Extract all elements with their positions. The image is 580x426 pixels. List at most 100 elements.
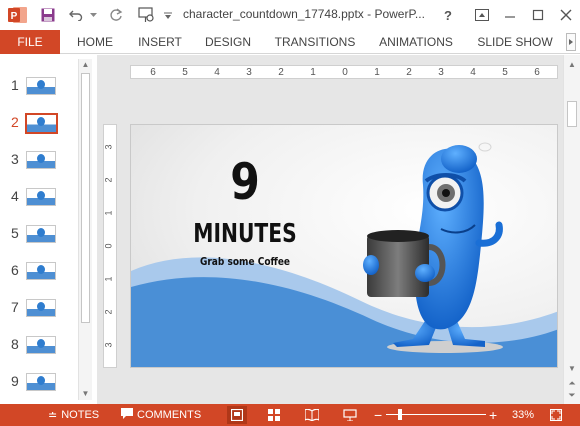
ruler-tick: 4 bbox=[214, 67, 220, 78]
zoom-in-button[interactable]: + bbox=[489, 404, 497, 426]
ruler-tick: 6 bbox=[534, 67, 540, 78]
thumbnail-number: 7 bbox=[11, 299, 19, 315]
thumbnail-number: 6 bbox=[11, 262, 19, 278]
thumbnail-number: 5 bbox=[11, 225, 19, 241]
editor-scrollbar[interactable]: ▲ ▼ ⏶ ⏷ bbox=[563, 55, 580, 404]
powerpoint-window: P character_countdown_17748.pptx - Power… bbox=[0, 0, 580, 426]
ruler-tick: 6 bbox=[150, 67, 156, 78]
notes-label: NOTES bbox=[61, 409, 100, 421]
ruler-tick: 2 bbox=[278, 67, 284, 78]
comments-button[interactable]: COMMENTS bbox=[121, 404, 201, 426]
current-slide[interactable]: 9 MINUTES Grab some Coffee bbox=[130, 124, 558, 368]
tab-slide-show[interactable]: SLIDE SHOW bbox=[474, 30, 556, 54]
zoom-out-button[interactable]: − bbox=[374, 404, 382, 426]
ruler-tick: 2 bbox=[103, 309, 114, 315]
thumbnail-number: 2 bbox=[11, 114, 19, 130]
thumbnail-image bbox=[26, 262, 56, 280]
undo-icon[interactable] bbox=[66, 4, 86, 26]
ribbon-display-options-icon[interactable] bbox=[470, 4, 494, 26]
ruler-tick: 0 bbox=[342, 67, 348, 78]
document-title: character_countdown_17748.pptx - PowerP.… bbox=[183, 7, 425, 21]
ruler-tick: 4 bbox=[470, 67, 476, 78]
vertical-ruler: 3 2 1 0 1 2 3 bbox=[103, 124, 117, 368]
thumbnail-image bbox=[26, 151, 56, 169]
thumbnail-number: 8 bbox=[11, 336, 19, 352]
thumbnail-scroll-thumb[interactable] bbox=[81, 73, 90, 323]
zoom-slider-thumb[interactable] bbox=[398, 409, 402, 420]
fit-slide-to-window-icon[interactable] bbox=[546, 406, 566, 424]
next-slide-icon[interactable]: ⏷ bbox=[564, 389, 580, 401]
thumbnail-slide-7[interactable]: 7 bbox=[0, 293, 80, 323]
ruler-tick: 3 bbox=[438, 67, 444, 78]
ruler-tick: 0 bbox=[103, 243, 114, 249]
thumbnail-image bbox=[26, 373, 56, 391]
tab-design[interactable]: DESIGN bbox=[200, 30, 256, 54]
ruler-tick: 1 bbox=[103, 276, 114, 282]
thumbnail-number: 9 bbox=[11, 373, 19, 389]
scroll-down-arrow-icon[interactable]: ▼ bbox=[79, 388, 92, 400]
tab-home[interactable]: HOME bbox=[70, 30, 120, 54]
tab-transitions[interactable]: TRANSITIONS bbox=[270, 30, 360, 54]
svg-text:P: P bbox=[11, 11, 18, 22]
ribbon-tab-bar: FILE HOME INSERT DESIGN TRANSITIONS ANIM… bbox=[0, 30, 580, 54]
thumbnail-scrollbar[interactable]: ▲ ▼ bbox=[78, 59, 92, 400]
tab-animations[interactable]: ANIMATIONS bbox=[374, 30, 458, 54]
ruler-tick: 5 bbox=[502, 67, 508, 78]
ribbon-scroll-right-button[interactable] bbox=[566, 33, 576, 51]
thumbnail-slide-4[interactable]: 4 bbox=[0, 182, 80, 212]
thumbnail-slide-3[interactable]: 3 bbox=[0, 145, 80, 175]
thumbnail-number: 1 bbox=[11, 77, 19, 93]
zoom-slider[interactable] bbox=[386, 404, 486, 426]
thumbnail-slide-8[interactable]: 8 bbox=[0, 330, 80, 360]
scroll-up-arrow-icon[interactable]: ▲ bbox=[564, 59, 580, 71]
zoom-level[interactable]: 33% bbox=[512, 404, 534, 426]
redo-icon[interactable] bbox=[106, 4, 126, 26]
scroll-down-arrow-icon[interactable]: ▼ bbox=[564, 363, 580, 375]
thumbnail-number: 4 bbox=[11, 188, 19, 204]
minimize-icon[interactable] bbox=[498, 4, 522, 26]
ruler-tick: 3 bbox=[103, 342, 114, 348]
previous-slide-icon[interactable]: ⏶ bbox=[564, 377, 580, 389]
thumbnail-image bbox=[26, 225, 56, 243]
maximize-icon[interactable] bbox=[526, 4, 550, 26]
thumbnail-number: 3 bbox=[11, 151, 19, 167]
ruler-tick: 2 bbox=[103, 177, 114, 183]
slide-sorter-view-icon[interactable] bbox=[264, 406, 284, 424]
slide-show-view-icon[interactable] bbox=[340, 406, 360, 424]
close-icon[interactable] bbox=[554, 4, 578, 26]
title-bar: P character_countdown_17748.pptx - Power… bbox=[0, 0, 580, 30]
editor-scroll-thumb[interactable] bbox=[567, 101, 577, 127]
thumbnail-slide-5[interactable]: 5 bbox=[0, 219, 80, 249]
start-from-beginning-icon[interactable] bbox=[136, 4, 158, 26]
thumbnail-slide-9[interactable]: 9 bbox=[0, 367, 80, 397]
status-bar: ≐ NOTES COMMENTS − + 33% bbox=[0, 404, 580, 426]
comments-label: COMMENTS bbox=[137, 409, 202, 421]
ruler-tick: 5 bbox=[182, 67, 188, 78]
thumbnail-image-selected bbox=[25, 113, 58, 134]
help-button[interactable]: ? bbox=[436, 4, 460, 26]
customize-toolbar-icon[interactable] bbox=[162, 4, 174, 26]
ruler-tick: 1 bbox=[374, 67, 380, 78]
thumbnail-slide-6[interactable]: 6 bbox=[0, 256, 80, 286]
thumbnail-slide-2[interactable]: 2 bbox=[0, 108, 80, 138]
slide-subtitle: Grab some Coffee bbox=[199, 255, 291, 268]
powerpoint-logo-icon[interactable]: P bbox=[6, 4, 30, 26]
save-icon[interactable] bbox=[38, 4, 58, 26]
tab-file[interactable]: FILE bbox=[0, 30, 60, 54]
tab-insert[interactable]: INSERT bbox=[134, 30, 186, 54]
countdown-number: 9 bbox=[230, 153, 260, 211]
normal-view-icon[interactable] bbox=[227, 406, 247, 424]
thumbnail-slide-1[interactable]: 1 bbox=[0, 71, 80, 101]
thumbnail-image bbox=[26, 77, 56, 95]
undo-dropdown-icon[interactable] bbox=[88, 4, 98, 26]
horizontal-ruler: 6 5 4 3 2 1 0 1 2 3 4 5 6 bbox=[130, 65, 558, 79]
ruler-tick: 3 bbox=[246, 67, 252, 78]
notes-button[interactable]: ≐ NOTES bbox=[48, 404, 99, 426]
scroll-up-arrow-icon[interactable]: ▲ bbox=[79, 59, 92, 71]
ruler-tick: 1 bbox=[310, 67, 316, 78]
thumbnail-image bbox=[26, 299, 56, 317]
reading-view-icon[interactable] bbox=[302, 406, 322, 424]
ruler-tick: 2 bbox=[406, 67, 412, 78]
ruler-tick: 3 bbox=[103, 144, 114, 150]
ruler-tick: 1 bbox=[103, 210, 114, 216]
